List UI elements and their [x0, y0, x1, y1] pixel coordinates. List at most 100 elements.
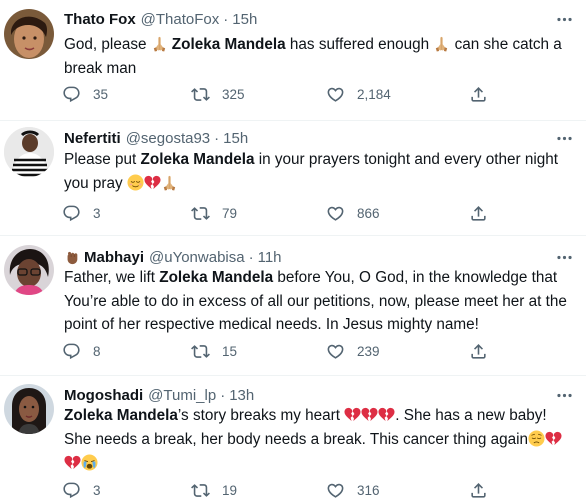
action-bar: 3 79 866: [62, 202, 492, 224]
reply-count: 3: [93, 205, 101, 221]
broken-heart-emoji: [378, 406, 395, 423]
like-count: 2,184: [357, 86, 391, 102]
share-icon: [469, 85, 488, 104]
timestamp[interactable]: 15h: [223, 130, 248, 147]
more-icon[interactable]: [552, 129, 576, 147]
author-handle[interactable]: @Tumi_lp: [148, 387, 216, 404]
reply-icon: [62, 85, 81, 104]
reply-count: 35: [93, 86, 109, 102]
more-icon[interactable]: [552, 248, 576, 266]
mention-bold: Zoleka Mandela: [140, 151, 255, 168]
retweet-button[interactable]: 79: [191, 202, 237, 224]
retweet-icon: [191, 342, 210, 361]
retweet-button[interactable]: 325: [191, 83, 245, 105]
author-name[interactable]: Nefertiti: [64, 130, 121, 147]
like-count: 316: [357, 482, 380, 498]
retweet-icon: [191, 204, 210, 223]
like-count: 239: [357, 343, 380, 359]
like-count: 866: [357, 205, 380, 221]
more-icon[interactable]: [552, 10, 576, 28]
mention-bold: Zoleka Mandela: [171, 36, 286, 53]
reply-button[interactable]: 3: [62, 202, 101, 224]
share-icon: [469, 342, 488, 361]
separator-dot: ·: [248, 248, 254, 266]
reply-icon: [62, 342, 81, 361]
tweet[interactable]: Mogoshadi @Tumi_lp · 13h Zoleka Mandela’…: [0, 376, 586, 500]
avatar[interactable]: [4, 127, 54, 177]
folded-hands-emoji: [433, 35, 450, 52]
like-button[interactable]: 2,184: [326, 83, 391, 105]
separator-dot: ·: [220, 386, 226, 404]
retweet-button[interactable]: 15: [191, 340, 237, 362]
like-button[interactable]: 239: [326, 340, 380, 362]
reply-count: 8: [93, 343, 101, 359]
reply-icon: [62, 481, 81, 500]
avatar[interactable]: [4, 384, 54, 434]
retweet-count: 325: [222, 86, 245, 102]
tweet-text: Please put Zoleka Mandela in your prayer…: [64, 148, 570, 196]
author-handle[interactable]: @segosta93: [126, 130, 210, 147]
share-icon: [469, 204, 488, 223]
author-handle[interactable]: @ThatoFox: [141, 11, 220, 28]
like-icon: [326, 85, 345, 104]
tweet-header: Mogoshadi @Tumi_lp · 13h: [64, 385, 254, 405]
like-icon: [326, 204, 345, 223]
tweet-text: God, please Zoleka Mandela has suffered …: [64, 33, 570, 81]
share-button[interactable]: [469, 83, 488, 105]
folded-hands-emoji: [151, 35, 168, 52]
broken-heart-emoji: [64, 454, 81, 471]
timestamp[interactable]: 13h: [229, 387, 254, 404]
text-segment: Please put: [64, 151, 141, 168]
text-segment: God, please: [64, 36, 151, 53]
separator-dot: ·: [223, 10, 229, 28]
retweet-icon: [191, 85, 210, 104]
broken-heart-emoji: [344, 406, 361, 423]
reply-button[interactable]: 35: [62, 83, 108, 105]
text-segment: Father, we lift: [64, 269, 160, 286]
raised-fist-emoji: [64, 249, 80, 265]
author-name[interactable]: Thato Fox: [64, 11, 136, 28]
tweet[interactable]: Nefertiti @segosta93 · 15h Please put Zo…: [0, 121, 586, 236]
retweet-count: 19: [222, 482, 238, 498]
author-name[interactable]: Mogoshadi: [64, 387, 143, 404]
share-button[interactable]: [469, 202, 488, 224]
action-bar: 8 15 239: [62, 340, 492, 362]
pensive-face-emoji: [528, 430, 545, 447]
like-button[interactable]: 316: [326, 479, 380, 500]
crying-face-emoji: [81, 454, 98, 471]
text-segment: has suffered enough: [285, 36, 434, 53]
retweet-button[interactable]: 19: [191, 479, 237, 500]
tweet[interactable]: Thato Fox @ThatoFox · 15h God, please Zo…: [0, 0, 586, 121]
more-icon[interactable]: [552, 386, 576, 404]
text-segment: ’s story breaks my heart: [177, 407, 345, 424]
relieved-face-emoji: [127, 174, 144, 191]
retweet-icon: [191, 481, 210, 500]
tweet-feed: Thato Fox @ThatoFox · 15h God, please Zo…: [0, 0, 586, 500]
avatar[interactable]: [4, 245, 54, 295]
author-name[interactable]: Mabhayi: [84, 249, 144, 266]
share-button[interactable]: [469, 340, 488, 362]
avatar[interactable]: [4, 9, 54, 59]
action-bar: 3 19 316: [62, 479, 492, 500]
reply-count: 3: [93, 482, 101, 498]
like-icon: [326, 342, 345, 361]
mention-bold: Zoleka Mandela: [64, 407, 178, 424]
tweet[interactable]: Mabhayi @uYonwabisa · 11h Father, we lif…: [0, 236, 586, 376]
action-bar: 35 325 2,184: [62, 83, 492, 105]
tweet-header: Mabhayi @uYonwabisa · 11h: [64, 247, 282, 267]
broken-heart-emoji: [361, 406, 378, 423]
timestamp[interactable]: 11h: [258, 249, 282, 266]
broken-heart-emoji: [545, 430, 562, 447]
like-icon: [326, 481, 345, 500]
share-button[interactable]: [469, 479, 488, 500]
reply-icon: [62, 204, 81, 223]
reply-button[interactable]: 3: [62, 479, 101, 500]
author-handle[interactable]: @uYonwabisa: [149, 249, 245, 266]
timestamp[interactable]: 15h: [232, 11, 257, 28]
reply-button[interactable]: 8: [62, 340, 101, 362]
like-button[interactable]: 866: [326, 202, 380, 224]
tweet-header: Nefertiti @segosta93 · 15h: [64, 128, 248, 148]
tweet-text: Zoleka Mandela’s story breaks my heart .…: [64, 404, 570, 476]
folded-hands-emoji: [161, 174, 178, 191]
tweet-header: Thato Fox @ThatoFox · 15h: [64, 9, 257, 29]
